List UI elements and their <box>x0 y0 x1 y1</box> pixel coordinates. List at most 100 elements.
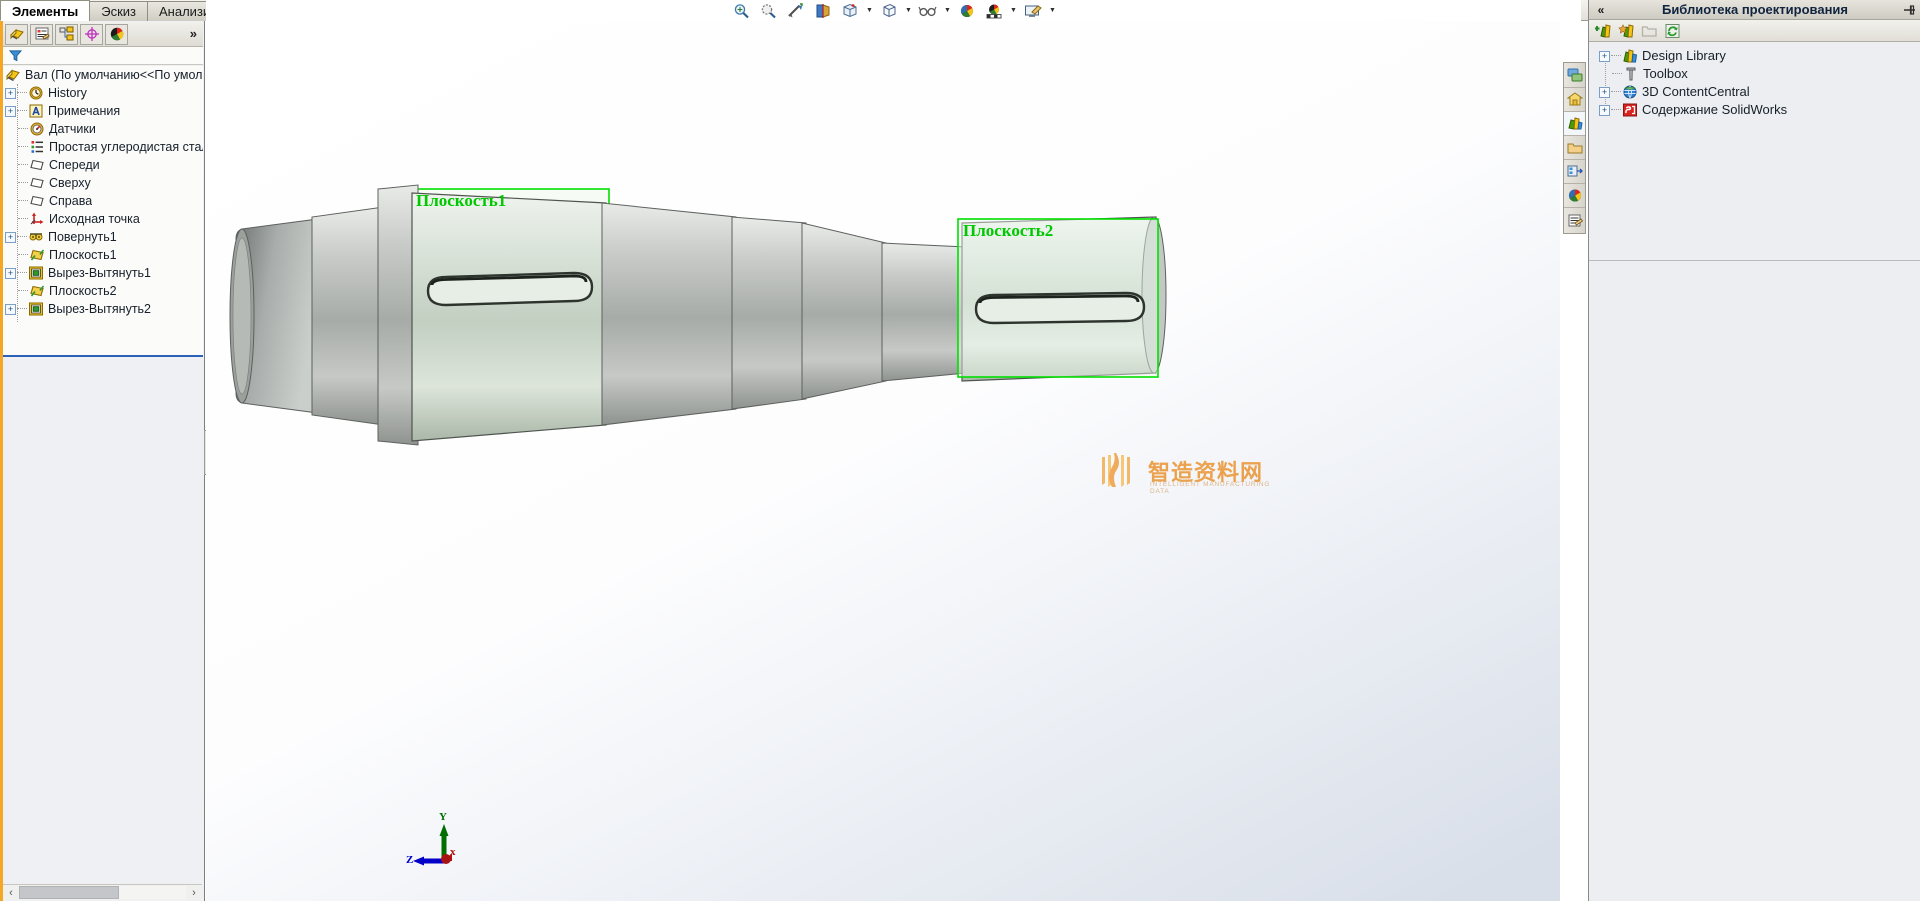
feature-tree-item-label: Исходная точка <box>49 210 140 228</box>
property-manager-icon[interactable] <box>30 24 53 45</box>
plane-label-1[interactable]: Плоскость1 <box>416 191 506 211</box>
tree-expander-icon[interactable]: + <box>5 232 16 243</box>
feature-tree-item-8[interactable]: Исходная точка <box>3 210 203 228</box>
design-library-item-3[interactable]: +Содержание SolidWorks <box>1589 101 1920 119</box>
zoom-to-fit-icon[interactable] <box>730 0 754 21</box>
scroll-track[interactable] <box>119 886 186 899</box>
create-new-folder-icon[interactable] <box>1640 22 1658 40</box>
scroll-right-arrow[interactable]: › <box>186 886 202 900</box>
feature-tree-item-5[interactable]: Спереди <box>3 156 203 174</box>
view-settings-caret-icon[interactable]: ▼ <box>1048 1 1057 20</box>
design-library-tree[interactable]: +Design LibraryToolbox+3D ContentCentral… <box>1589 47 1920 267</box>
feature-tree-item-3[interactable]: Датчики <box>3 120 203 138</box>
configuration-manager-icon[interactable] <box>55 24 78 45</box>
rollback-bar[interactable] <box>3 355 203 357</box>
history-icon <box>28 85 44 101</box>
tree-connector <box>18 290 28 292</box>
feature-tree-item-1[interactable]: +History <box>3 84 203 102</box>
scroll-left-arrow[interactable]: ‹ <box>3 886 19 900</box>
feature-tree-item-7[interactable]: Справа <box>3 192 203 210</box>
feature-tree[interactable]: Вал (По умолчанию<<По умол+History+Приме… <box>3 66 203 356</box>
feature-tree-item-label: Справа <box>49 192 92 210</box>
feature-tree-item-4[interactable]: Простая углеродистая сталь <box>3 138 203 156</box>
dimxpert-manager-icon[interactable] <box>80 24 103 45</box>
display-style-icon[interactable] <box>877 0 901 21</box>
feature-tree-item-11[interactable]: + Вырез-Вытянуть1 <box>3 264 203 282</box>
plane-label-2[interactable]: Плоскость2 <box>963 221 1053 241</box>
feature-tree-item-9[interactable]: +Повернуть1 <box>3 228 203 246</box>
design-library-item-label: Toolbox <box>1643 65 1688 83</box>
tree-expander-icon[interactable]: + <box>5 88 16 99</box>
view-orientation-caret-icon[interactable]: ▼ <box>865 1 874 20</box>
coordinate-triad: Y Z x <box>411 816 471 876</box>
solidworks-content-icon <box>1622 102 1638 118</box>
library-tree-expander-icon[interactable]: + <box>1599 105 1610 116</box>
triad-y-label: Y <box>439 811 447 823</box>
sensors-icon <box>29 121 45 137</box>
zoom-to-area-icon[interactable] <box>757 0 781 21</box>
design-library-icon <box>1622 48 1638 64</box>
feature-tree-item-12[interactable]: Плоскость2 <box>3 282 203 300</box>
edit-appearance-icon[interactable] <box>955 0 979 21</box>
design-library-icon[interactable] <box>1564 88 1585 112</box>
command-tab-0[interactable]: Элементы <box>0 0 90 21</box>
design-library-content-area[interactable] <box>1589 261 1920 901</box>
file-explorer-icon[interactable] <box>1564 112 1585 136</box>
task-pane-collapse-button[interactable]: « <box>1589 3 1613 17</box>
triad-x-label: x <box>450 846 456 858</box>
design-library-item-0[interactable]: +Design Library <box>1589 47 1920 65</box>
tree-expander-icon[interactable]: + <box>5 304 16 315</box>
triad-z-label: Z <box>406 854 413 866</box>
feature-tree-item-label: Плоскость2 <box>49 282 117 300</box>
feature-tree-item-label: Вырез-Вытянуть1 <box>48 264 151 282</box>
tree-expander-icon[interactable]: + <box>5 106 16 117</box>
feature-manager-icon[interactable] <box>5 24 28 45</box>
apply-scene-caret-icon[interactable]: ▼ <box>1009 1 1018 20</box>
design-library-item-2[interactable]: +3D ContentCentral <box>1589 83 1920 101</box>
feature-tree-item-13[interactable]: +Вырез-Вытянуть2 <box>3 300 203 318</box>
display-manager-icon[interactable] <box>105 24 128 45</box>
library-tree-connector <box>1612 73 1622 75</box>
solidworks-resources-icon[interactable] <box>1564 64 1585 88</box>
pin-icon[interactable] <box>1897 3 1920 17</box>
display-style-caret-icon[interactable]: ▼ <box>904 1 913 20</box>
feature-tree-item-6[interactable]: Сверху <box>3 174 203 192</box>
plane-icon <box>29 175 45 191</box>
tabstrip-overflow-chevron[interactable]: » <box>190 26 197 41</box>
hide-show-items-icon[interactable] <box>916 0 940 21</box>
feature-tree-filter-bar[interactable] <box>3 47 203 65</box>
feature-tree-item-label: Плоскость1 <box>49 246 117 264</box>
add-to-library-icon[interactable] <box>1594 22 1612 40</box>
feature-tree-horizontal-scrollbar[interactable]: ‹ › <box>3 884 202 900</box>
library-tree-connector <box>1611 109 1621 111</box>
task-pane-titlebar: « Библиотека проектирования <box>1589 0 1920 20</box>
design-library-item-label: 3D ContentCentral <box>1642 83 1750 101</box>
hide-show-items-caret-icon[interactable]: ▼ <box>943 1 952 20</box>
feature-tree-item-2[interactable]: +Примечания <box>3 102 203 120</box>
previous-view-icon[interactable] <box>784 0 808 21</box>
view-orientation-icon[interactable] <box>838 0 862 21</box>
apply-scene-icon[interactable] <box>982 0 1006 21</box>
refresh-icon[interactable] <box>1663 22 1681 40</box>
tree-connector <box>18 146 28 148</box>
design-library-item-1[interactable]: Toolbox <box>1589 65 1920 83</box>
tree-expander-icon[interactable]: + <box>5 268 16 279</box>
feature-tree-item-0[interactable]: Вал (По умолчанию<<По умол <box>3 66 203 84</box>
library-tree-expander-icon[interactable]: + <box>1599 51 1610 62</box>
shaft-3d-model[interactable] <box>206 21 1581 901</box>
command-tab-1[interactable]: Эскиз <box>89 1 148 21</box>
appearances-scenes-icon[interactable] <box>1564 160 1585 184</box>
ref-plane-icon <box>29 247 45 263</box>
add-file-location-icon[interactable] <box>1617 22 1635 40</box>
view-palette-icon[interactable] <box>1564 136 1585 160</box>
view-settings-icon[interactable] <box>1021 0 1045 21</box>
plane-icon <box>29 157 45 173</box>
document-manager-icon[interactable] <box>1564 208 1585 232</box>
feature-tree-item-10[interactable]: Плоскость1 <box>3 246 203 264</box>
section-view-icon[interactable] <box>811 0 835 21</box>
custom-properties-icon[interactable] <box>1564 184 1585 208</box>
scroll-thumb[interactable] <box>19 886 119 899</box>
library-tree-expander-icon[interactable]: + <box>1599 87 1610 98</box>
feature-tree-item-label: Сверху <box>49 174 91 192</box>
graphics-viewport[interactable]: Плоскость1 Плоскость2 智造资料网 INTELLIGENT … <box>206 21 1581 901</box>
